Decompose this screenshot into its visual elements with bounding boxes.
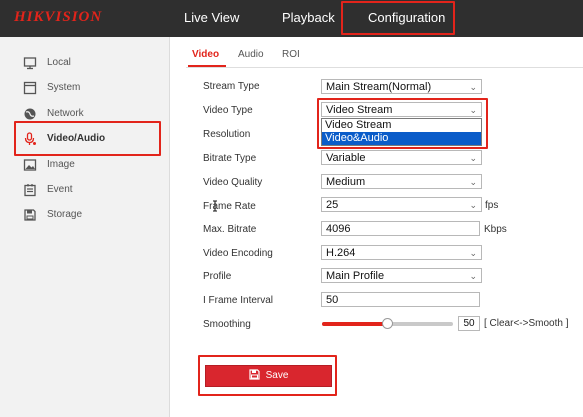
chevron-down-icon: ⌄ xyxy=(469,271,477,281)
chevron-down-icon: ⌄ xyxy=(469,248,477,258)
bitrate-type-label: Bitrate Type xyxy=(203,153,257,164)
sidebar-item-label: Event xyxy=(47,184,73,195)
chevron-down-icon: ⌄ xyxy=(469,177,477,187)
video-type-label: Video Type xyxy=(203,105,253,116)
video-encoding-value: H.264 xyxy=(326,247,356,259)
chevron-down-icon: ⌄ xyxy=(469,153,477,163)
i-frame-interval-value: 50 xyxy=(326,294,339,306)
smoothing-slider-thumb[interactable] xyxy=(382,318,393,329)
sidebar-item-local[interactable]: Local xyxy=(0,53,170,75)
globe-icon xyxy=(24,108,36,120)
nav-playback[interactable]: Playback xyxy=(282,10,335,25)
sidebar-item-label: System xyxy=(47,82,81,93)
stream-type-value: Main Stream(Normal) xyxy=(326,81,432,93)
max-bitrate-input[interactable]: 4096 xyxy=(321,221,480,236)
floppy-disk-icon xyxy=(24,209,36,221)
sidebar-item-event[interactable]: Event xyxy=(0,180,170,202)
text-cursor-icon xyxy=(213,200,217,212)
sidebar-item-system[interactable]: System xyxy=(0,78,170,100)
bitrate-type-value: Variable xyxy=(326,152,366,164)
sidebar-item-label: Storage xyxy=(47,209,83,220)
tab-video[interactable]: Video xyxy=(192,49,219,60)
tab-roi[interactable]: ROI xyxy=(282,49,300,60)
profile-value: Main Profile xyxy=(326,270,385,282)
sidebar-item-label: Network xyxy=(47,108,84,119)
sidebar-item-label: Image xyxy=(47,159,75,170)
max-bitrate-value: 4096 xyxy=(326,223,351,235)
frame-rate-select[interactable]: 25 ⌄ xyxy=(321,197,482,212)
video-quality-value: Medium xyxy=(326,176,366,188)
chevron-down-icon: ⌄ xyxy=(469,82,477,92)
sidebar-item-storage[interactable]: Storage xyxy=(0,205,170,227)
smoothing-hint: [ Clear<->Smooth ] xyxy=(484,318,569,329)
highlight-box-save xyxy=(198,355,337,396)
monitor-icon xyxy=(23,57,37,70)
smoothing-slider-fill xyxy=(322,322,388,326)
max-bitrate-label: Max. Bitrate xyxy=(203,224,257,235)
image-icon xyxy=(23,159,37,171)
i-frame-interval-label: I Frame Interval xyxy=(203,295,274,306)
video-quality-label: Video Quality xyxy=(203,177,263,188)
max-bitrate-unit: Kbps xyxy=(484,224,507,235)
video-encoding-select[interactable]: H.264 ⌄ xyxy=(321,245,482,260)
bitrate-type-select[interactable]: Variable ⌄ xyxy=(321,150,482,165)
nav-live-view[interactable]: Live View xyxy=(184,10,239,25)
tab-audio[interactable]: Audio xyxy=(238,49,264,60)
tab-divider xyxy=(186,67,583,68)
smoothing-value-input[interactable]: 50 xyxy=(458,316,480,331)
stream-type-label: Stream Type xyxy=(203,81,260,92)
video-quality-select[interactable]: Medium ⌄ xyxy=(321,174,482,189)
highlight-box-video-audio xyxy=(14,121,161,156)
frame-rate-value: 25 xyxy=(326,199,339,211)
sidebar-item-image[interactable]: Image xyxy=(0,155,170,177)
highlight-box-video-type xyxy=(317,98,488,149)
top-bar: HIKVISION Live View Playback Configurati… xyxy=(0,0,583,37)
profile-label: Profile xyxy=(203,271,232,282)
frame-rate-label: Frame Rate xyxy=(203,201,256,212)
i-frame-interval-input[interactable]: 50 xyxy=(321,292,480,307)
resolution-label: Resolution xyxy=(203,129,251,140)
logo: HIKVISION xyxy=(14,9,103,25)
video-encoding-label: Video Encoding xyxy=(203,248,273,259)
frame-rate-unit: fps xyxy=(485,200,499,211)
chevron-down-icon: ⌄ xyxy=(469,200,477,210)
highlight-box-configuration xyxy=(341,1,455,35)
profile-select[interactable]: Main Profile ⌄ xyxy=(321,268,482,283)
sidebar-item-label: Local xyxy=(47,57,71,68)
calendar-icon xyxy=(24,184,36,197)
window-icon xyxy=(23,81,37,95)
stream-type-select[interactable]: Main Stream(Normal) ⌄ xyxy=(321,79,482,94)
smoothing-label: Smoothing xyxy=(203,319,251,330)
